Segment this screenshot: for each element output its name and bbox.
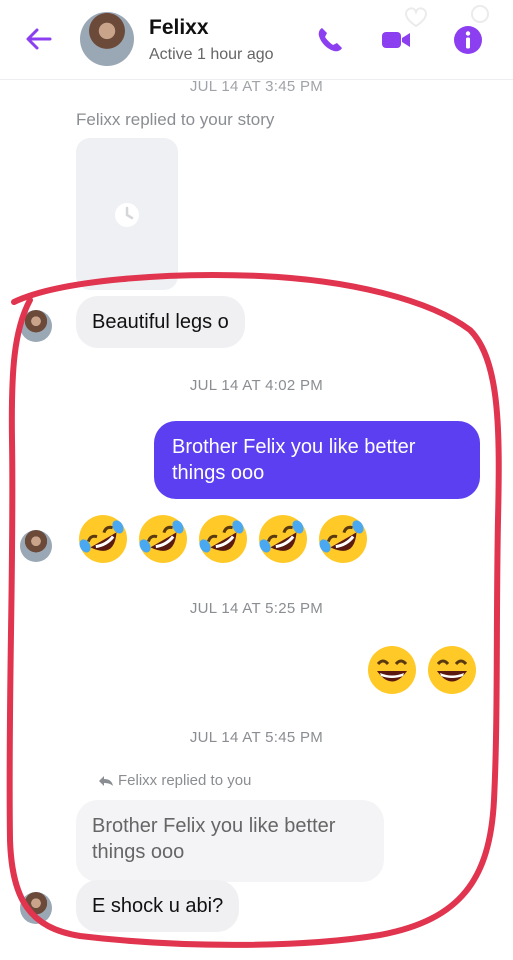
message-bubble-incoming[interactable]: Beautiful legs o	[76, 296, 245, 348]
rolling-laughing-emoji-icon	[259, 515, 307, 563]
message-bubble-outgoing[interactable]: Brother Felix you like better things ooo	[154, 421, 480, 499]
timestamp: JUL 14 AT 5:45 PM	[189, 729, 324, 746]
message-bubble-incoming[interactable]: E shock u abi?	[76, 880, 240, 932]
timestamp: JUL 14 AT 5:25 PM	[189, 600, 324, 617]
story-reply-note: Felixx replied to your story	[76, 110, 275, 129]
chat-header: Felixx Active 1 hour ago	[0, 0, 513, 80]
reply-indicator: Felixx replied to you	[98, 772, 251, 789]
quoted-message[interactable]: Brother Felix you like better things ooo	[76, 800, 384, 882]
phone-call-icon[interactable]	[314, 24, 346, 56]
rolling-laughing-emoji-icon	[139, 515, 187, 563]
contact-avatar-small	[20, 530, 52, 562]
reply-arrow-icon	[99, 776, 113, 787]
emoji-message-incoming[interactable]	[76, 512, 370, 566]
story-preview[interactable]	[76, 138, 178, 290]
emoji-message-outgoing[interactable]	[366, 644, 478, 696]
contact-avatar-small	[20, 310, 52, 342]
watermark-logo	[404, 5, 489, 28]
rolling-laughing-emoji-icon	[79, 515, 127, 563]
contact-name[interactable]: Felixx	[149, 16, 209, 40]
grinning-emoji-icon	[428, 646, 476, 694]
contact-avatar[interactable]	[80, 12, 134, 66]
reply-indicator-label: Felixx replied to you	[118, 772, 252, 789]
rolling-laughing-emoji-icon	[199, 515, 247, 563]
grinning-emoji-icon	[368, 646, 416, 694]
contact-status: Active 1 hour ago	[149, 46, 274, 63]
timestamp: JUL 14 AT 3:45 PM	[189, 78, 324, 95]
rolling-laughing-emoji-icon	[319, 515, 367, 563]
contact-avatar-small	[20, 892, 52, 924]
expired-story-clock-icon	[115, 203, 139, 227]
timestamp: JUL 14 AT 4:02 PM	[189, 377, 324, 394]
back-arrow-icon[interactable]	[22, 22, 56, 56]
